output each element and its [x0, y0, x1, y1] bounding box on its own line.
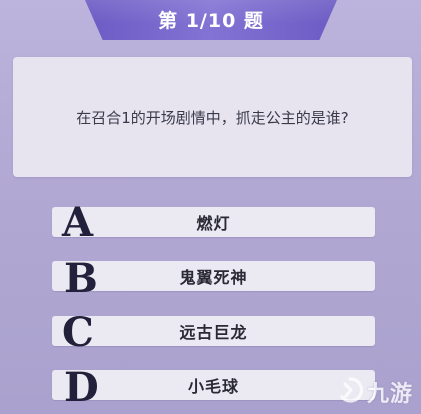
jiuyou-logo-icon: [337, 377, 364, 407]
option-c-letter: C: [62, 309, 94, 356]
question-counter: 第 1/10 题: [158, 9, 264, 32]
question-text: 在召合1的开场剧情中，抓走公主的是谁?: [76, 108, 349, 127]
option-a-text: 燃灯: [196, 214, 231, 233]
watermark: 九游: [337, 376, 413, 408]
option-d-letter: D: [64, 364, 99, 411]
option-a-letter: A: [62, 199, 94, 246]
question-counter-banner: 第 1/10 题: [85, 0, 337, 40]
option-c-text: 远古巨龙: [179, 323, 248, 342]
question-card: 在召合1的开场剧情中，抓走公主的是谁?: [13, 57, 412, 177]
option-a-button[interactable]: 燃灯: [52, 207, 375, 237]
option-d-button[interactable]: 小毛球: [52, 370, 375, 400]
option-c-button[interactable]: 远古巨龙: [52, 316, 375, 346]
option-b-button[interactable]: 鬼翼死神: [52, 261, 375, 291]
watermark-text: 九游: [366, 382, 413, 407]
option-b-text: 鬼翼死神: [179, 268, 248, 287]
option-b-letter: B: [64, 255, 98, 302]
option-d-text: 小毛球: [187, 377, 239, 396]
